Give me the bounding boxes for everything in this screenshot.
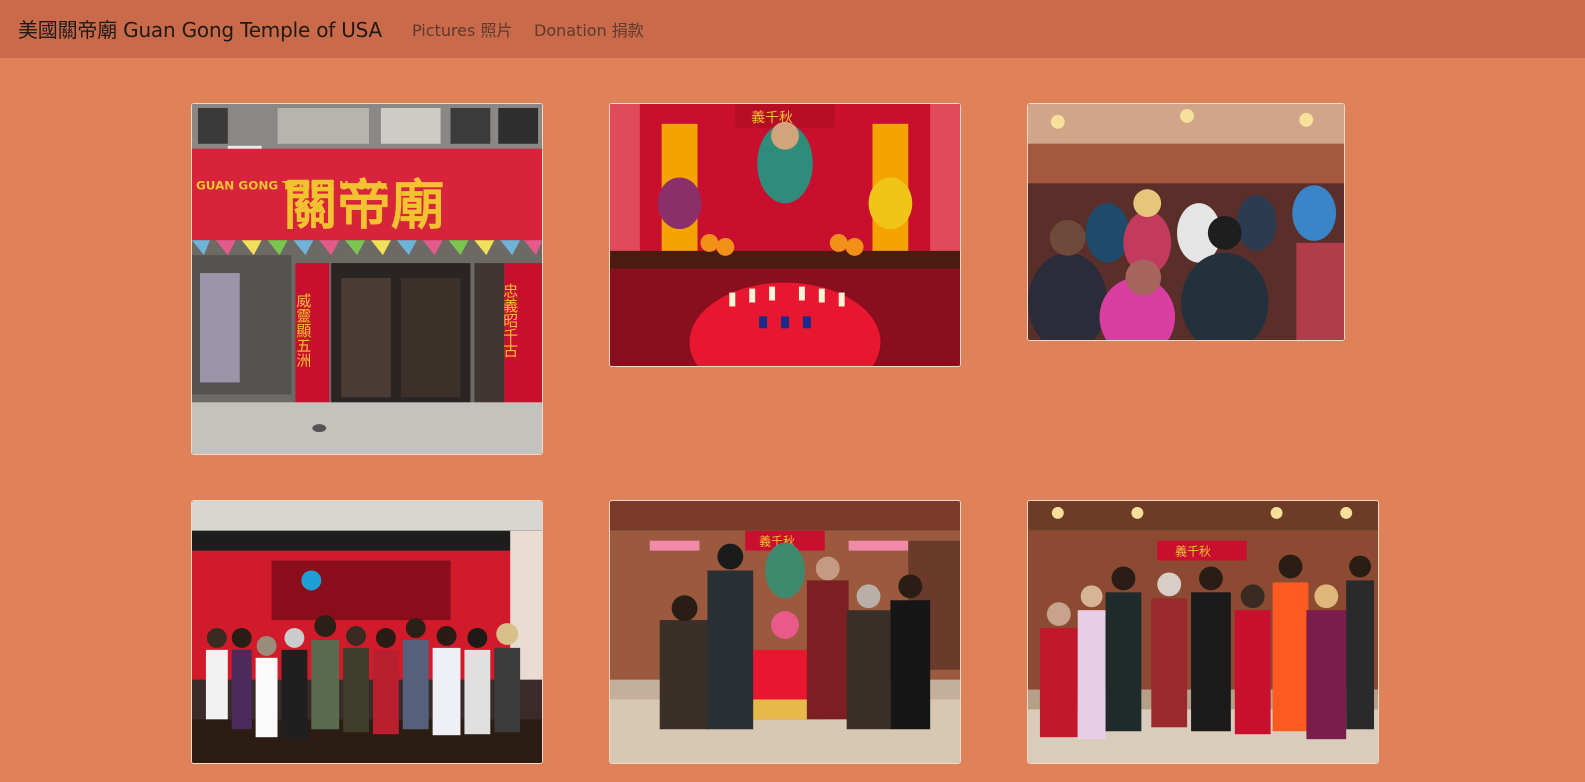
site-brand-link[interactable]: 美國關帝廟 Guan Gong Temple of USA [18,14,382,43]
left-door-banner: 威靈顯五洲 [294,293,312,368]
crowd-image [1028,104,1344,340]
gallery-photo-temple-members[interactable]: 義千秋 [1027,500,1379,764]
nav-link-pictures[interactable]: Pictures 照片 [412,17,512,41]
gallery-photo-altar[interactable]: 義千秋 [609,103,961,367]
gallery-photo-crowd[interactable] [1027,103,1345,341]
storefront-sign-chinese: 關帝廟 [283,173,444,236]
gallery-photo-temple-storefront[interactable]: GUAN GONG TEMPLE U. S. A. 關帝廟 威靈顯五洲 忠義昭千… [191,103,543,455]
temple-members-image: 義千秋 [1028,501,1378,763]
top-navbar: 美國關帝廟 Guan Gong Temple of USA Pictures 照… [0,0,1585,58]
nav-link-donation[interactable]: Donation 捐款 [534,17,644,41]
altar-image: 義千秋 [610,104,960,366]
right-door-banner: 忠義昭千古 [501,283,519,358]
banquet-group-image [192,501,542,763]
gallery-photo-altar-monks[interactable]: 義千秋 [609,500,961,764]
temple-storefront-image: GUAN GONG TEMPLE U. S. A. 關帝廟 威靈顯五洲 忠義昭千… [192,104,542,454]
gallery-photo-banquet-group[interactable] [191,500,543,764]
temple-members-banner: 義千秋 [1175,545,1211,559]
altar-monks-image: 義千秋 [610,501,960,763]
